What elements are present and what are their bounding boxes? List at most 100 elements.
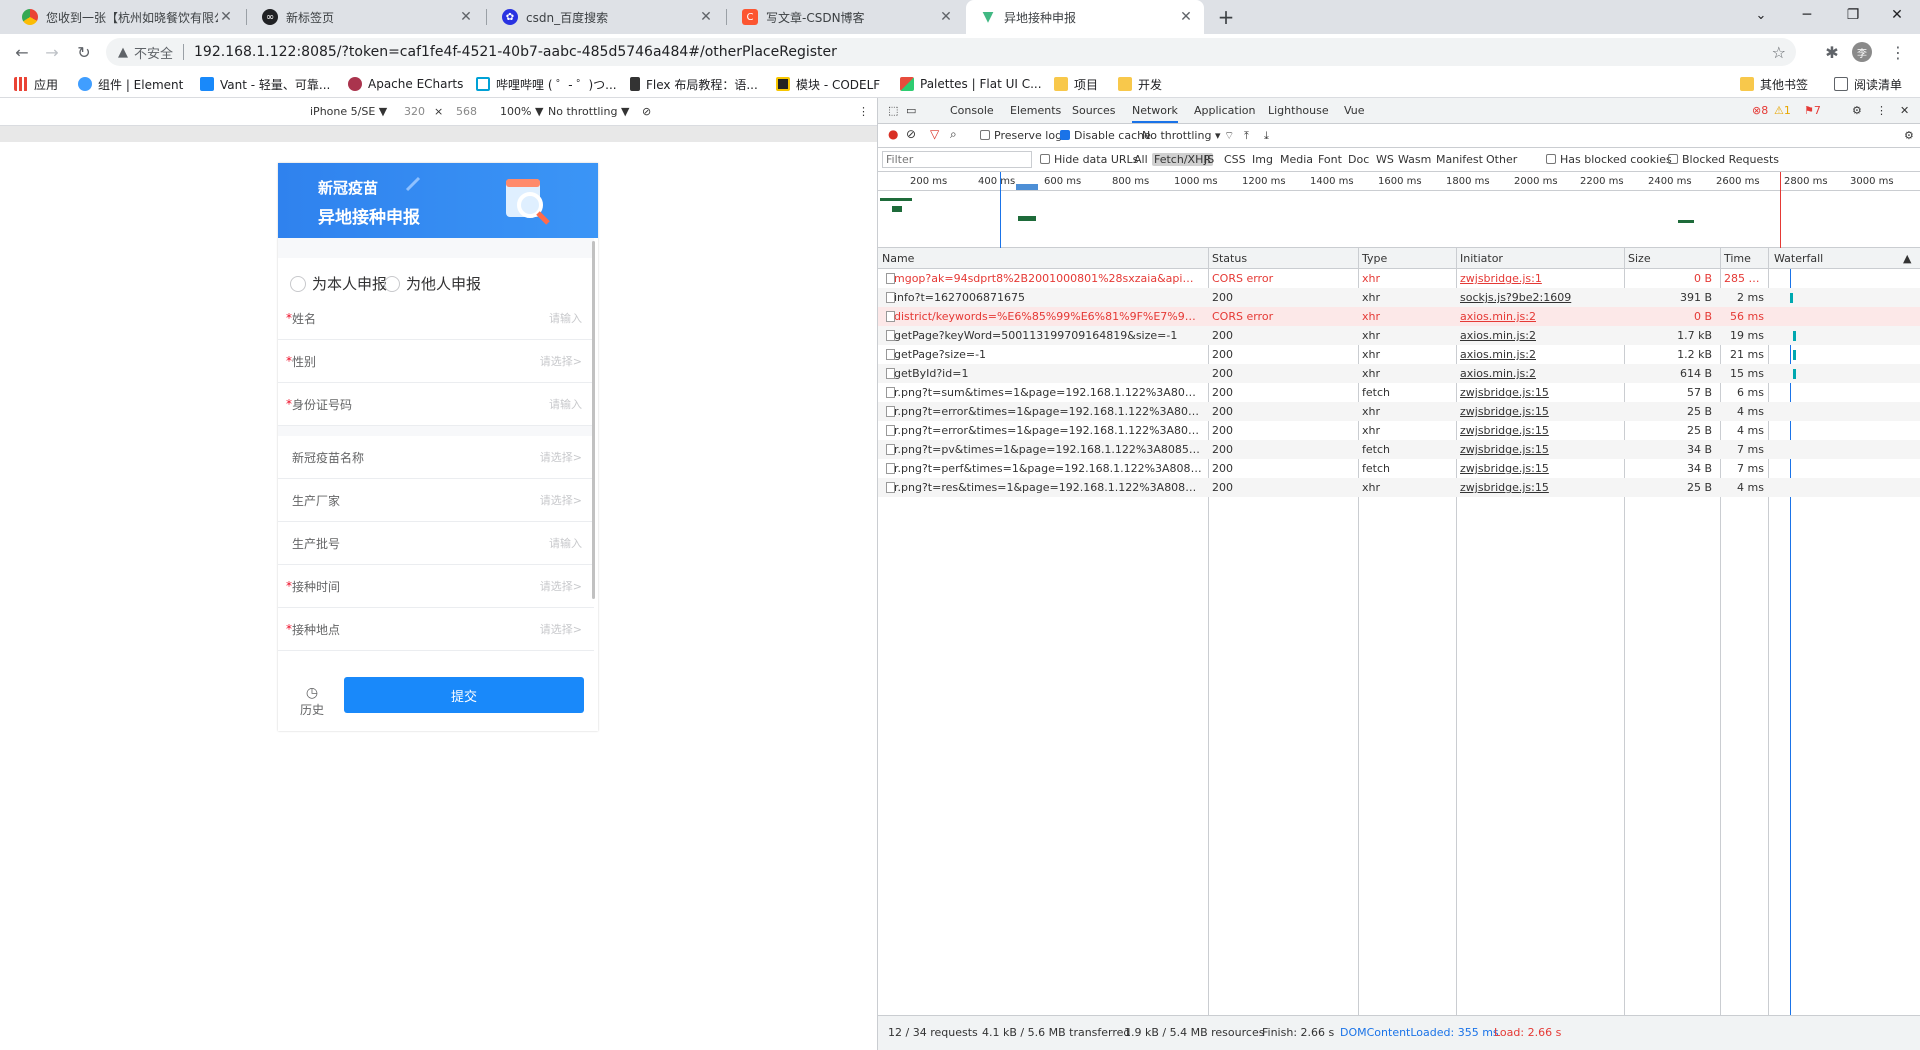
record-icon[interactable]: ● — [888, 127, 898, 141]
menu-icon[interactable]: ⋮ — [1886, 40, 1910, 64]
table-row[interactable]: r.png?t=res&times=1&page=192.168.1.122%3… — [878, 478, 1920, 497]
radio-self[interactable]: 为本人申报 — [290, 273, 387, 294]
tab-3[interactable]: C 写文章-CSDN博客 ✕ — [728, 0, 964, 34]
hide-data-urls-checkbox[interactable]: Hide data URLs — [1040, 153, 1138, 166]
table-row[interactable]: r.png?t=sum&times=1&page=192.168.1.122%3… — [878, 383, 1920, 402]
bookmark-flex[interactable]: Flex 布局教程：语... — [630, 75, 758, 93]
close-icon[interactable]: ✕ — [938, 9, 954, 25]
page-scrollbar[interactable] — [592, 241, 595, 599]
col-size[interactable]: Size — [1628, 252, 1651, 265]
download-icon[interactable]: ⤓ — [1264, 129, 1269, 143]
table-row[interactable]: mgop?ak=94sdprt8%2B2001000801%28sxzaia&a… — [878, 269, 1920, 288]
network-settings-icon[interactable]: ⚙ — [1904, 129, 1914, 142]
table-row[interactable]: r.png?t=error&times=1&page=192.168.1.122… — [878, 402, 1920, 421]
radio-circle[interactable] — [384, 275, 400, 292]
filter-ws[interactable]: WS — [1376, 153, 1394, 166]
col-waterfall[interactable]: Waterfall — [1774, 252, 1823, 265]
radio-other[interactable]: 为他人申报 — [384, 273, 481, 294]
filter-icon[interactable]: ▽ — [930, 127, 939, 141]
field-manufacturer[interactable]: 生产厂家 请选择> — [278, 479, 594, 522]
filter-other[interactable]: Other — [1486, 153, 1517, 166]
checkbox[interactable] — [1040, 154, 1050, 164]
table-row[interactable]: getPage?size=-1 200 xhr axios.min.js:2 1.2 k… — [878, 345, 1920, 364]
inspect-icon[interactable]: ⬚ — [888, 104, 898, 117]
close-icon[interactable]: ✕ — [1900, 104, 1909, 117]
col-status[interactable]: Status — [1212, 252, 1247, 265]
blocked-cookies-checkbox[interactable]: Has blocked cookies — [1546, 153, 1672, 166]
address-bar[interactable]: ▲ 不安全 192.168.1.122:8085/?token=caf1fe4f… — [106, 38, 1796, 66]
col-time[interactable]: Time — [1724, 252, 1751, 265]
tab-0[interactable]: 您收到一张【杭州如晓餐饮有限公 ✕ — [8, 0, 244, 34]
preserve-log-checkbox[interactable]: Preserve log — [980, 129, 1062, 142]
col-type[interactable]: Type — [1362, 252, 1387, 265]
width-input[interactable]: 320 — [404, 105, 425, 118]
field-placeholder[interactable]: 请输入 — [549, 396, 582, 412]
bookmark-bilibili[interactable]: 哔哩哔哩 ( ゜- ゜)つ... — [476, 75, 617, 93]
checkbox[interactable] — [980, 130, 990, 140]
height-input[interactable]: 568 — [456, 105, 477, 118]
checkbox[interactable] — [1668, 154, 1678, 164]
clear-icon[interactable]: ⊘ — [906, 127, 916, 141]
zoom-select[interactable]: 100% ▼ — [500, 105, 543, 118]
table-row[interactable]: getPage?keyWord=500113199709164819&size=… — [878, 326, 1920, 345]
cell-initiator[interactable]: zwjsbridge.js:15 — [1460, 386, 1620, 399]
upload-icon[interactable]: ⤒ — [1244, 129, 1249, 143]
cell-initiator[interactable]: zwjsbridge.js:1 — [1460, 272, 1620, 285]
close-icon[interactable]: ✕ — [1178, 9, 1194, 25]
tab-4[interactable]: ▼ 异地接种申报 ✕ — [966, 0, 1204, 34]
avatar[interactable]: 李 — [1852, 42, 1872, 62]
field-batch-number[interactable]: 生产批号 请输入 — [278, 522, 594, 565]
warning-count[interactable]: ⚠1 — [1774, 104, 1791, 117]
bookmark-apps[interactable]: 应用 — [14, 75, 58, 93]
filter-wasm[interactable]: Wasm — [1398, 153, 1431, 166]
sort-up-icon[interactable]: ▲ — [1903, 252, 1911, 265]
cell-initiator[interactable]: axios.min.js:2 — [1460, 367, 1620, 380]
settings-icon[interactable]: ⚙ — [1852, 104, 1862, 117]
cell-initiator[interactable]: axios.min.js:2 — [1460, 329, 1620, 342]
timeline-overview[interactable]: 200 ms 400 ms 600 ms 800 ms 1000 ms 1200… — [878, 172, 1920, 248]
maximize-button[interactable]: ❐ — [1830, 0, 1876, 30]
field-placeholder[interactable]: 请输入 — [549, 535, 582, 551]
table-row[interactable]: r.png?t=error&times=1&page=192.168.1.122… — [878, 421, 1920, 440]
checkbox[interactable] — [1546, 154, 1556, 164]
tab-application[interactable]: Application — [1194, 104, 1255, 117]
filter-all[interactable]: All — [1134, 153, 1148, 166]
field-placeholder[interactable]: 请选择> — [540, 449, 582, 465]
forward-icon[interactable]: → — [40, 40, 64, 64]
disable-cache-checkbox[interactable]: Disable cache — [1060, 129, 1151, 142]
minimize-button[interactable]: ─ — [1784, 0, 1830, 30]
more-icon[interactable]: ⋮ — [1876, 104, 1887, 117]
bookmark-echarts[interactable]: Apache ECharts — [348, 75, 463, 93]
field-vaccine-name[interactable]: 新冠疫苗名称 请选择> — [278, 436, 594, 479]
device-toggle-icon[interactable]: ▭ — [906, 104, 916, 117]
filter-css[interactable]: CSS — [1224, 153, 1246, 166]
radio-circle[interactable] — [290, 275, 306, 292]
field-vaccination-time[interactable]: * 接种时间 请选择> — [278, 565, 594, 608]
filter-font[interactable]: Font — [1318, 153, 1342, 166]
filter-input[interactable] — [882, 151, 1032, 168]
field-placeholder[interactable]: 请选择> — [540, 492, 582, 508]
tab-vue[interactable]: Vue — [1344, 104, 1365, 117]
bookmark-folder-dev[interactable]: 开发 — [1118, 75, 1162, 93]
col-initiator[interactable]: Initiator — [1460, 252, 1503, 265]
tab-elements[interactable]: Elements — [1010, 104, 1061, 117]
field-placeholder[interactable]: 请选择> — [540, 621, 582, 637]
extensions-icon[interactable]: ✱ — [1820, 40, 1844, 64]
rotate-icon[interactable]: ⊘ — [642, 105, 651, 118]
close-icon[interactable]: ✕ — [458, 9, 474, 25]
cell-initiator[interactable]: axios.min.js:2 — [1460, 348, 1620, 361]
filter-img[interactable]: Img — [1252, 153, 1273, 166]
tab-search-icon[interactable]: ⌄ — [1738, 0, 1784, 30]
tab-console[interactable]: Console — [950, 104, 994, 117]
reload-icon[interactable]: ↻ — [72, 40, 96, 64]
close-icon[interactable]: ✕ — [698, 9, 714, 25]
field-placeholder[interactable]: 请输入 — [549, 310, 582, 326]
table-row[interactable]: r.png?t=pv&times=1&page=192.168.1.122%3A… — [878, 440, 1920, 459]
reading-list[interactable]: 阅读清单 — [1834, 75, 1902, 93]
throttle-select[interactable]: No throttling ▾ — [1142, 129, 1220, 142]
field-placeholder[interactable]: 请选择> — [540, 578, 582, 594]
cell-initiator[interactable]: axios.min.js:2 — [1460, 310, 1620, 323]
back-icon[interactable]: ← — [10, 40, 34, 64]
field-name[interactable]: * 姓名 请输入 — [278, 297, 594, 340]
submit-button[interactable]: 提交 — [344, 677, 584, 713]
